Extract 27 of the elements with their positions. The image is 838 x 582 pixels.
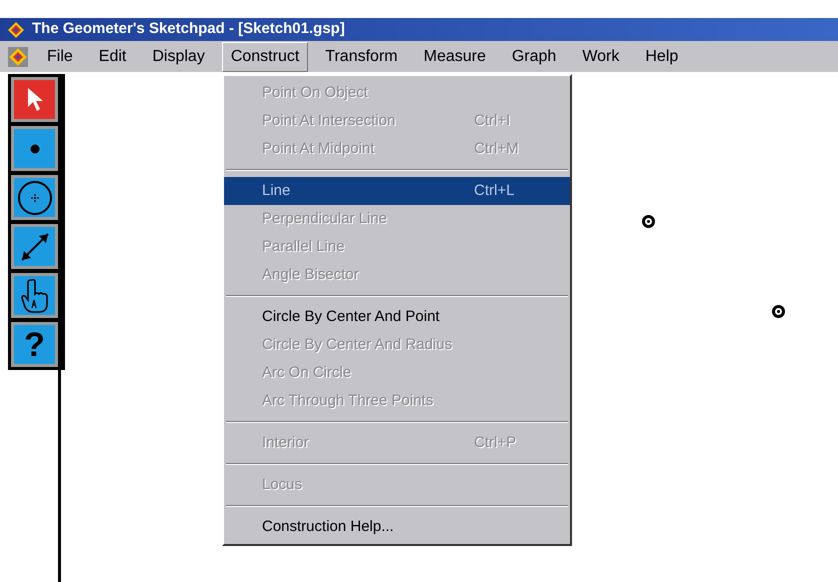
menu-item[interactable]: Graph	[502, 42, 566, 72]
tool-button[interactable]	[11, 126, 58, 171]
hand-icon	[20, 278, 50, 314]
menu-item[interactable]: Construct	[222, 42, 308, 72]
question-mark-icon: ?	[24, 328, 45, 362]
menu-item[interactable]: Help	[636, 42, 688, 72]
menu-item[interactable]: Work	[573, 42, 628, 72]
window-title: The Geometer's Sketchpad - [Sketch01.gsp]	[32, 19, 345, 40]
tool-button[interactable]	[11, 175, 58, 220]
tool-button[interactable]	[11, 273, 58, 318]
app-logo-icon	[8, 22, 24, 38]
menu-item[interactable]: Measure	[414, 42, 495, 72]
menu-item[interactable]: Transform	[316, 42, 407, 72]
point-icon[interactable]	[772, 305, 785, 318]
tool-button[interactable]: ?	[11, 322, 58, 367]
document-icon[interactable]	[8, 46, 28, 66]
menu-item[interactable]: Display	[143, 42, 214, 72]
tool-button[interactable]	[11, 224, 58, 269]
menu-item[interactable]: File	[38, 42, 82, 72]
point-icon	[30, 144, 40, 154]
menu-option[interactable]: Construction Help...	[224, 513, 570, 541]
circle-icon	[16, 180, 52, 216]
menu-item[interactable]: Edit	[90, 42, 136, 72]
point-icon[interactable]	[642, 215, 655, 228]
menu-option[interactable]: Circle By Center And Point	[224, 303, 570, 331]
pointer-arrow-icon	[26, 86, 44, 112]
tool-button[interactable]	[11, 77, 58, 122]
